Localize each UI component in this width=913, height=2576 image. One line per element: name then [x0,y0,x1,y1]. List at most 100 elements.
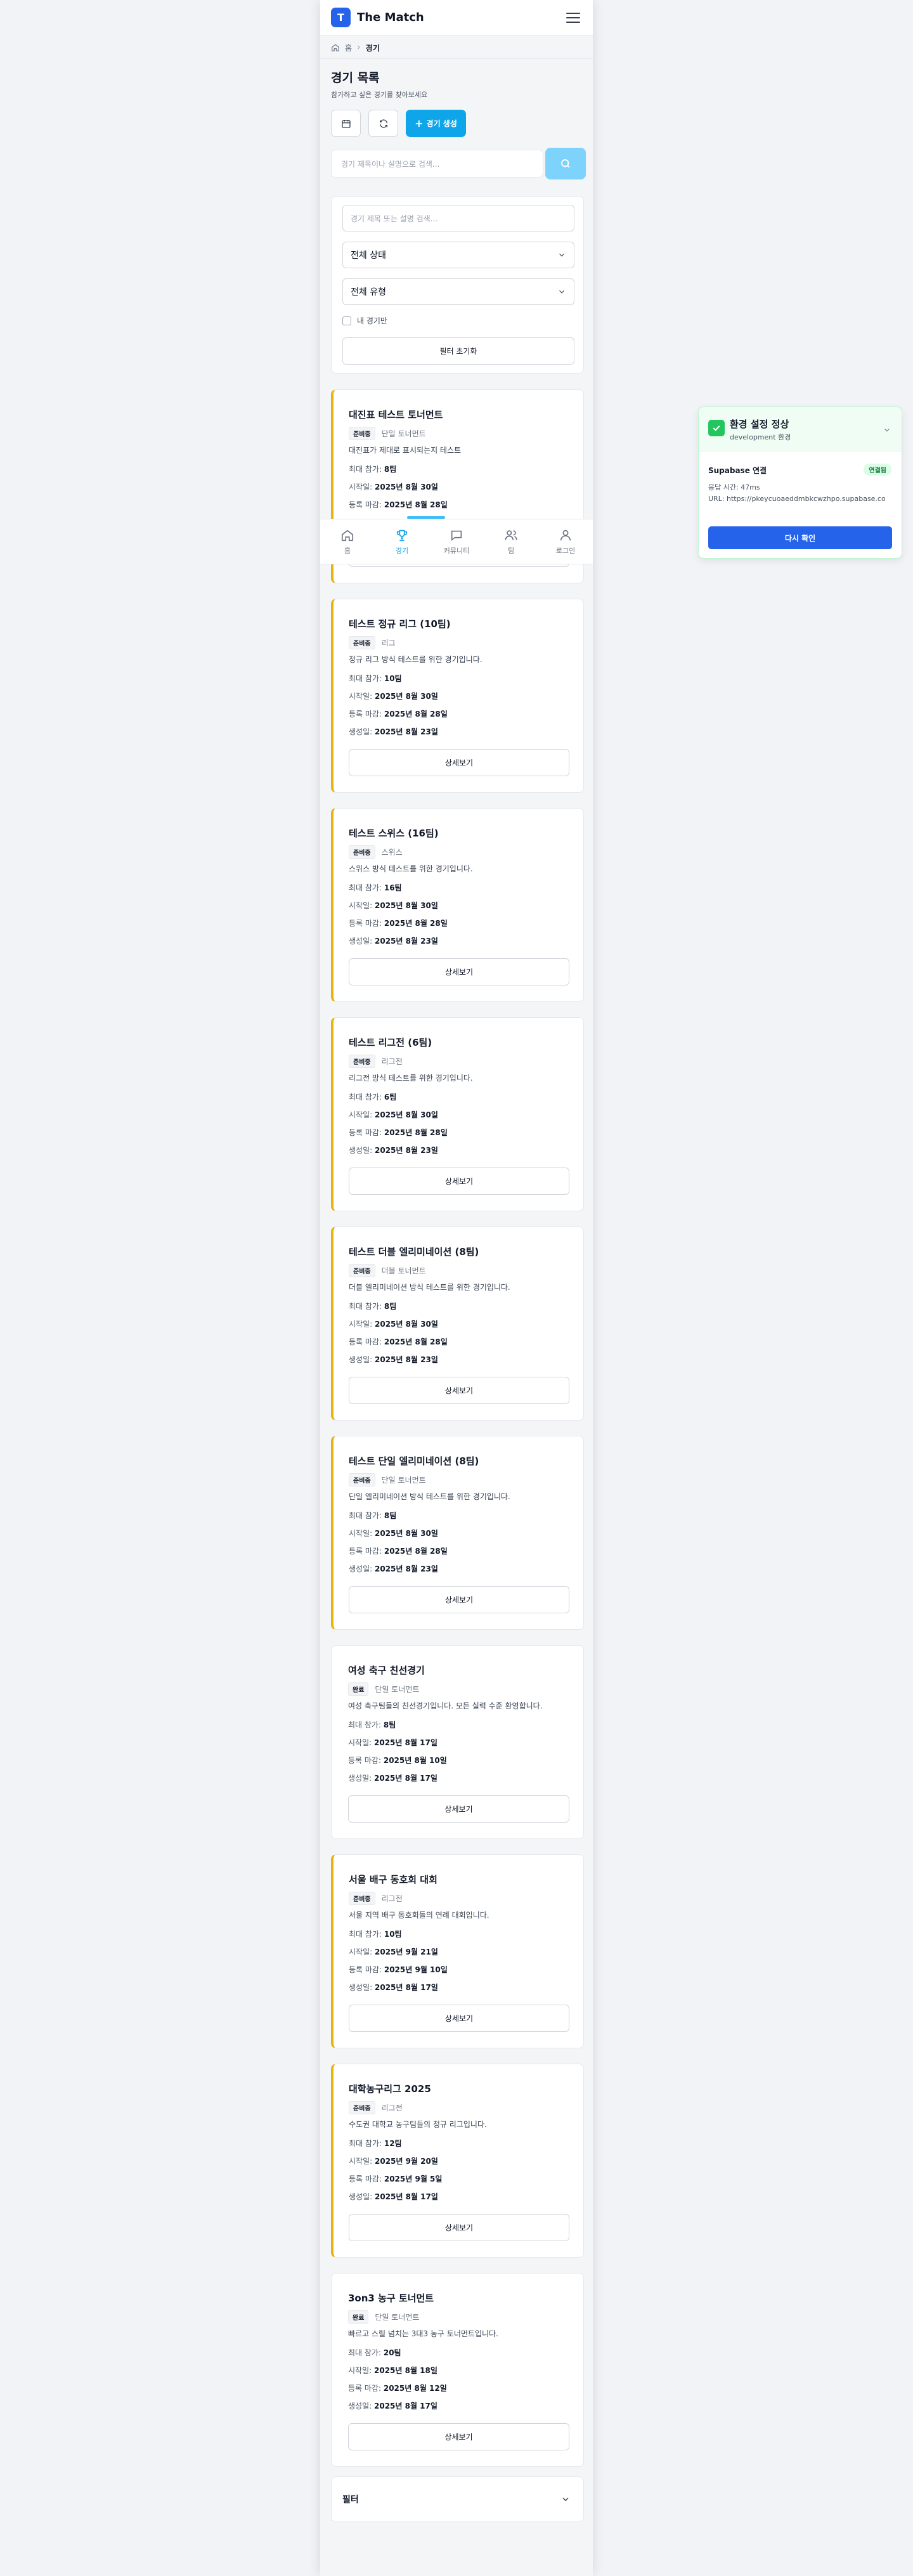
plus-icon: + [415,117,424,129]
match-title[interactable]: 대진표 테스트 토너먼트 [349,408,443,421]
nav-matches[interactable]: 경기 [375,519,429,564]
match-title[interactable]: 테스트 리그전 (6팀) [349,1036,432,1049]
detail-button[interactable]: 상세보기 [348,1795,569,1823]
collapse-button[interactable] [883,425,891,437]
create-match-button[interactable]: + 경기 생성 [406,110,466,137]
calendar-view-button[interactable] [331,110,361,137]
max-participants-label: 최대 참가: [349,1093,382,1102]
created-date: 생성일: 2025년 8월 23일 [349,1563,438,1574]
match-card[interactable]: 테스트 더블 엘리미네이션 (8팀) 준비중 더블 토너먼트 더블 엘리미네이션 방식… [331,1226,584,1421]
env-status-panel: 환경 설정 정상 development 환경 Supabase 연결 연결됨 … [698,407,902,559]
match-title[interactable]: 테스트 스위스 (16팀) [349,826,439,840]
nav-teams[interactable]: 팀 [484,519,538,564]
type-badge: 리그 [381,639,396,647]
create-match-label: 경기 생성 [426,119,457,128]
registration-deadline-label: 등록 마감: [348,2384,382,2393]
registration-deadline-label: 등록 마감: [349,500,382,509]
user-icon [560,530,571,540]
detail-button[interactable]: 상세보기 [348,2423,569,2450]
match-title[interactable]: 대학농구리그 2025 [349,2082,431,2095]
match-card[interactable]: 대학농구리그 2025 준비중 리그전 수도권 대학교 농구팀들의 정규 리그입니다.… [331,2064,584,2258]
brand-name[interactable]: The Match [357,11,424,24]
recheck-button[interactable]: 다시 확인 [708,526,892,549]
registration-deadline-value: 2025년 8월 28일 [384,500,448,509]
match-card[interactable]: 테스트 리그전 (6팀) 준비중 리그전 리그전 방식 테스트를 위한 경기입니다. 최… [331,1017,584,1211]
chevron-down-icon [884,428,890,432]
registration-deadline-label: 등록 마감: [348,1756,382,1765]
breadcrumb-home[interactable]: 홈 [345,42,352,53]
max-participants: 최대 참가: 8팀 [349,1510,396,1521]
status-badge: 준비중 [349,1264,375,1277]
detail-button[interactable]: 상세보기 [349,1168,569,1195]
status-select-value: 전체 상태 [351,250,386,261]
registration-deadline-value: 2025년 8월 28일 [384,710,448,719]
home-icon[interactable] [331,43,340,52]
connection-label: Supabase 연결 [708,466,767,475]
menu-icon[interactable] [566,12,580,23]
match-title[interactable]: 3on3 농구 토너먼트 [348,2291,434,2305]
detail-button[interactable]: 상세보기 [349,958,569,986]
match-title[interactable]: 여성 축구 친선경기 [348,1663,425,1677]
start-date-label: 시작일: [349,1320,373,1329]
start-date: 시작일: 2025년 8월 30일 [349,481,438,492]
status-select[interactable]: 전체 상태 [342,242,574,268]
match-badges: 준비중 단일 토너먼트 [349,427,426,440]
registration-deadline: 등록 마감: 2025년 8월 28일 [349,1336,448,1347]
match-card[interactable]: 테스트 단일 엘리미네이션 (8팀) 준비중 단일 토너먼트 단일 엘리미네이션 방식… [331,1436,584,1630]
detail-button[interactable]: 상세보기 [349,1586,569,1613]
filter-search-input[interactable]: 경기 제목 또는 설명 검색... [342,205,574,231]
nav-login[interactable]: 로그인 [538,519,593,564]
created-date-value: 2025년 8월 23일 [375,1355,438,1364]
match-card[interactable]: 테스트 스위스 (16팀) 준비중 스위스 스위스 방식 테스트를 위한 경기입니다.… [331,808,584,1002]
match-card[interactable]: 3on3 농구 토너먼트 완료 단일 토너먼트 빠르고 스릴 넘치는 3대3 농구 토… [331,2273,584,2467]
max-participants-value: 8팀 [383,1721,396,1729]
checkbox[interactable] [342,316,351,325]
app-viewport: T The Match 홈 › 경기 경기 목록 참가하고 싶은 경기를 찾아보… [320,0,593,2576]
chevron-down-icon [559,290,564,294]
match-card[interactable]: 여성 축구 친선경기 완료 단일 토너먼트 여성 축구팀들의 친선경기입니다. 모든 … [331,1645,584,1839]
registration-deadline-value: 2025년 8월 28일 [384,1337,448,1346]
search-icon [561,159,570,168]
match-card[interactable]: 테스트 정규 리그 (10팀) 준비중 리그 정규 리그 방식 테스트를 위한 경기입… [331,599,584,793]
created-date-label: 생성일: [349,1983,373,1992]
status-badge: 완료 [348,2310,369,2324]
calendar-icon [341,119,351,128]
filter-accordion[interactable]: 필터 [331,2476,584,2522]
created-date-label: 생성일: [349,727,373,736]
start-date-label: 시작일: [349,1948,373,1956]
detail-button[interactable]: 상세보기 [349,2005,569,2032]
search-input[interactable]: 경기 제목이나 설명으로 검색... [331,150,543,178]
my-matches-checkbox[interactable]: 내 경기만 [342,315,387,326]
created-date-value: 2025년 8월 17일 [374,1774,437,1783]
reset-filters-button[interactable]: 필터 초기화 [342,337,574,365]
match-title[interactable]: 서울 배구 동호회 대회 [349,1873,437,1886]
match-card[interactable]: 서울 배구 동호회 대회 준비중 리그전 서울 지역 배구 동호회들의 연례 대회입니… [331,1854,584,2048]
type-badge: 단일 토너먼트 [375,2313,420,2322]
max-participants-label: 최대 참가: [349,674,382,683]
detail-button[interactable]: 상세보기 [349,749,569,776]
match-title[interactable]: 테스트 정규 리그 (10팀) [349,617,451,630]
status-badge: 준비중 [349,2101,375,2114]
refresh-button[interactable] [368,110,398,137]
match-title[interactable]: 테스트 단일 엘리미네이션 (8팀) [349,1454,479,1467]
type-select[interactable]: 전체 유형 [342,278,574,305]
start-date-label: 시작일: [349,1529,373,1538]
match-badges: 준비중 리그전 [349,1055,403,1068]
detail-button[interactable]: 상세보기 [349,1377,569,1404]
search-button[interactable] [545,148,586,179]
registration-deadline: 등록 마감: 2025년 9월 10일 [349,1964,448,1975]
start-date: 시작일: 2025년 8월 18일 [348,2365,437,2376]
start-date-value: 2025년 9월 20일 [375,2157,438,2166]
nav-home[interactable]: 홈 [320,519,375,564]
max-participants: 최대 참가: 12팀 [349,2138,402,2149]
detail-button[interactable]: 상세보기 [349,2214,569,2241]
created-date-value: 2025년 8월 17일 [375,2192,438,2201]
created-date-label: 생성일: [349,2192,373,2201]
max-participants-value: 6팀 [384,1093,397,1102]
app-logo[interactable]: T [331,8,351,27]
nav-community[interactable]: 커뮤니티 [429,519,484,564]
match-title[interactable]: 테스트 더블 엘리미네이션 (8팀) [349,1245,479,1258]
page-subtitle: 참가하고 싶은 경기를 찾아보세요 [331,91,428,99]
registration-deadline-label: 등록 마감: [349,2175,382,2183]
max-participants: 최대 참가: 8팀 [348,1719,396,1730]
